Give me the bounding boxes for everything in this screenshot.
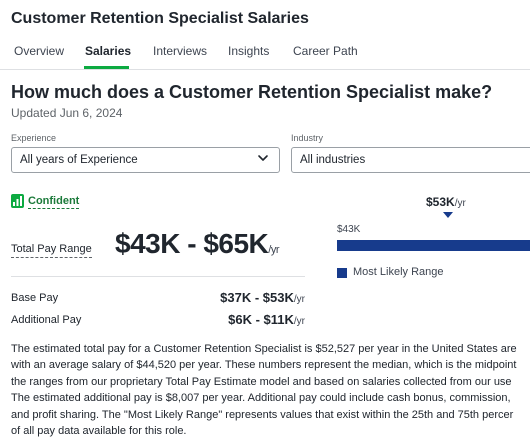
additional-pay-amount: $6K - $11K	[228, 312, 294, 327]
description-line: The estimated additional pay is $8,007 p…	[11, 392, 511, 405]
signal-bars-icon	[11, 194, 24, 208]
tab-interviews[interactable]: Interviews	[153, 44, 207, 58]
description-line: of all pay data available for this role.	[11, 425, 187, 438]
updated-date: Updated Jun 6, 2024	[11, 106, 123, 120]
most-likely-value: $53K	[426, 195, 455, 209]
salary-description: The estimated total pay for a Customer R…	[11, 341, 530, 439]
industry-label: Industry	[291, 133, 324, 143]
total-pay-range-label[interactable]: Total Pay Range	[11, 243, 92, 258]
most-likely-pointer-icon	[443, 212, 453, 218]
most-likely-range-bar	[337, 240, 530, 251]
header-divider	[0, 69, 530, 70]
additional-pay-label: Additional Pay	[11, 314, 82, 326]
salary-heading: How much does a Customer Retention Speci…	[11, 82, 493, 102]
description-line: and profit sharing. The "Most Likely Ran…	[11, 408, 514, 421]
industry-select-value: All industries	[300, 154, 366, 166]
chevron-down-icon	[258, 155, 268, 161]
tab-insights[interactable]: Insights	[228, 44, 269, 58]
pay-divider	[11, 276, 305, 277]
page-title: Customer Retention Specialist Salaries	[11, 10, 309, 27]
experience-select-value: All years of Experience	[20, 154, 138, 166]
experience-select[interactable]: All years of Experience	[11, 147, 280, 173]
total-pay-range-amount: $43K - $65K	[115, 228, 269, 259]
experience-label: Experience	[11, 133, 57, 143]
tab-bar: Overview Salaries Interviews Insights Ca…	[0, 36, 530, 69]
tab-overview[interactable]: Overview	[14, 44, 64, 58]
most-likely-unit: /yr	[454, 198, 466, 209]
base-pay-unit: /yr	[293, 294, 305, 305]
most-likely-marker-label: $53K/yr	[426, 195, 466, 209]
description-line: with an average salary of $44,520 per ye…	[11, 359, 517, 372]
tab-career-path[interactable]: Career Path	[293, 44, 358, 58]
total-pay-range-value: $43K - $65K/yr	[115, 228, 279, 260]
industry-select[interactable]: All industries	[291, 147, 530, 173]
base-pay-label: Base Pay	[11, 292, 59, 304]
description-line: The estimated total pay for a Customer R…	[11, 343, 517, 355]
base-pay-value: $37K - $53K/yr	[185, 290, 305, 305]
description-line: the ranges from our proprietary Total Pa…	[11, 375, 512, 388]
tab-salaries[interactable]: Salaries	[85, 44, 131, 58]
additional-pay-unit: /yr	[293, 316, 305, 327]
legend-label: Most Likely Range	[353, 266, 444, 278]
additional-pay-value: $6K - $11K/yr	[185, 312, 305, 327]
range-min-label: $43K	[337, 224, 361, 235]
base-pay-amount: $37K - $53K	[220, 290, 294, 305]
confidence-label: Confident	[28, 195, 80, 209]
total-pay-range-unit: /yr	[268, 244, 279, 256]
legend-swatch	[337, 268, 347, 278]
